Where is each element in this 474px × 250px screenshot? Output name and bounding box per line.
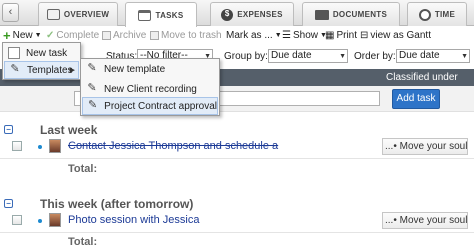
task-checkbox[interactable] <box>12 141 22 151</box>
add-task-button[interactable]: Add task <box>392 89 440 109</box>
wrench-icon: ✎ <box>10 63 20 75</box>
tab-label: DOCUMENTS <box>332 10 388 19</box>
folder-icon <box>314 9 329 20</box>
overview-icon <box>46 9 60 20</box>
menu-item-new-template[interactable]: ✎ New template <box>82 60 218 78</box>
print-button[interactable]: ▦ Print <box>325 30 357 41</box>
templates-submenu: ✎ New template ✎ New Client recording ✎ … <box>80 58 220 116</box>
menu-item-templates[interactable]: ✎ Templates ▶ <box>4 61 79 79</box>
printer-icon: ▦ <box>325 30 335 41</box>
clock-icon <box>418 8 431 21</box>
collapse-icon[interactable]: − <box>4 199 13 208</box>
tab-label: TASKS <box>155 10 184 20</box>
task-row: Contact Jessica Thompson and schedule a … <box>0 136 474 158</box>
show-button[interactable]: ☰ Show ▼ <box>282 30 327 41</box>
archive-icon <box>102 31 111 40</box>
new-button[interactable]: + New ▼ <box>3 27 42 43</box>
priority-bullet-icon <box>38 219 42 223</box>
tab-label: OVERVIEW <box>63 10 110 19</box>
tab-overview[interactable]: OVERVIEW <box>38 2 118 26</box>
avatar <box>49 139 61 153</box>
group-by-label: Group by: <box>224 51 268 62</box>
dollar-icon: $ <box>221 8 234 21</box>
row-divider <box>0 232 474 233</box>
wrench-icon: ✎ <box>87 62 97 74</box>
menu-item-new-task[interactable]: New task <box>4 44 79 62</box>
calendar-icon <box>138 9 152 21</box>
wrench-icon: ✎ <box>87 82 97 94</box>
gantt-icon: ⊟ <box>360 30 369 41</box>
order-by-label: Order by: <box>354 51 396 62</box>
priority-bullet-icon <box>38 145 42 149</box>
menu-item-new-client-recording[interactable]: ✎ New Client recording <box>82 80 218 98</box>
task-title-link[interactable]: Photo session with Jessica <box>68 214 199 226</box>
plus-icon: + <box>3 27 11 43</box>
chevron-down-icon: ▼ <box>339 53 346 60</box>
move-to-trash-button[interactable]: Move to trash <box>150 30 222 41</box>
archive-button[interactable]: Archive <box>102 30 146 41</box>
wrench-icon: ✎ <box>87 99 98 111</box>
check-icon: ✓ <box>46 30 55 41</box>
row-divider <box>0 158 474 159</box>
list-icon: ☰ <box>282 30 291 41</box>
caret-down-icon: ▼ <box>274 32 282 39</box>
order-by-select[interactable]: Due date ▼ <box>396 49 470 63</box>
back-arrow-icon[interactable]: ‹ <box>2 3 19 22</box>
quick-add-row: Add task <box>0 86 474 112</box>
task-row: Photo session with Jessica ...• Move you… <box>0 210 474 232</box>
tab-documents[interactable]: DOCUMENTS <box>302 2 400 26</box>
task-assignee-button[interactable]: ...• Move your soul <box>382 212 468 229</box>
group-by-select[interactable]: Due date ▼ <box>268 49 348 63</box>
complete-button[interactable]: ✓ Complete <box>46 30 99 41</box>
menu-item-project-contract-approval[interactable]: ✎ Project Contract approval <box>82 97 218 115</box>
caret-down-icon: ▼ <box>34 32 42 39</box>
group-total: Total: <box>68 163 98 175</box>
new-dropdown-menu: New task ✎ Templates ▶ <box>2 42 81 80</box>
new-task-icon <box>8 47 20 59</box>
collapse-icon[interactable]: − <box>4 125 13 134</box>
submenu-arrow-icon: ▶ <box>69 67 75 74</box>
col-classified-under: Classified under <box>386 72 458 83</box>
group-total: Total: <box>68 236 98 248</box>
view-as-gantt-button[interactable]: ⊟ view as Gantt <box>360 30 431 41</box>
tab-bar: ‹ OVERVIEW TASKS $ EXPENSES DOCUMENTS TI… <box>0 0 474 27</box>
tab-time[interactable]: TIME <box>407 2 467 26</box>
task-assignee-button[interactable]: ...• Move your soul <box>382 138 468 155</box>
task-title-link[interactable]: Contact Jessica Thompson and schedule a <box>68 140 278 152</box>
trash-icon <box>150 31 159 40</box>
avatar <box>49 213 61 227</box>
group-title: Last week <box>40 123 98 137</box>
tab-expenses[interactable]: $ EXPENSES <box>210 2 294 26</box>
mark-as-button[interactable]: Mark as ... ▼ <box>226 30 282 41</box>
tab-label: EXPENSES <box>237 10 283 19</box>
group-title: This week (after tomorrow) <box>40 197 194 211</box>
tab-label: TIME <box>434 10 456 19</box>
tab-tasks[interactable]: TASKS <box>125 2 197 27</box>
chevron-down-icon: ▼ <box>461 53 468 60</box>
task-checkbox[interactable] <box>12 215 22 225</box>
